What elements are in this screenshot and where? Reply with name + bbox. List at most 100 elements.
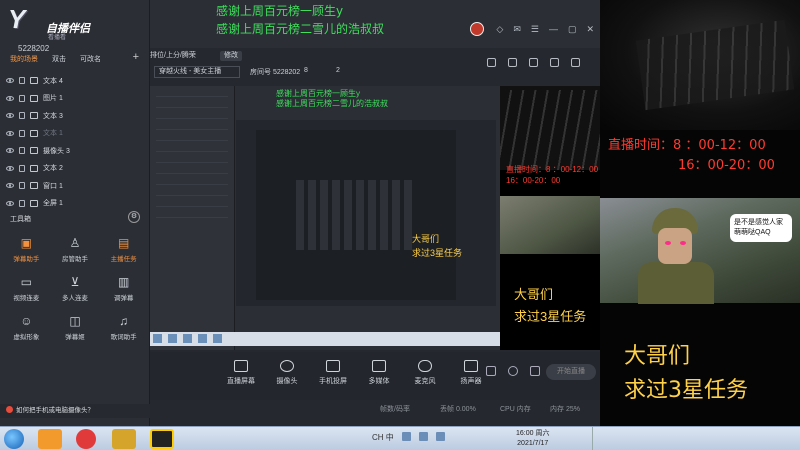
tool-virtual-avatar[interactable]: ☺ 虚拟形象	[2, 314, 51, 341]
lock-icon[interactable]	[19, 129, 25, 137]
source-item[interactable]: 图片 1	[6, 90, 144, 108]
tool-video-link[interactable]: ▭ 视频连麦	[2, 275, 51, 302]
visibility-icon[interactable]	[6, 200, 14, 206]
tool-streamer-task[interactable]: ▤ 主播任务	[99, 236, 148, 263]
bell-icon[interactable]	[529, 58, 538, 67]
source-item[interactable]: 文本 1	[6, 125, 144, 143]
cta-text: 大哥们 求过3星任务	[624, 340, 748, 408]
scene-tab-rename[interactable]: 可改名	[80, 54, 101, 66]
tool-label: 弹幕助手	[13, 256, 40, 263]
scene-tab-mine[interactable]: 我的场景	[10, 54, 38, 66]
lock-icon[interactable]	[19, 182, 25, 190]
lock-icon[interactable]	[19, 94, 25, 102]
tool-lyrics[interactable]: ♫ 歌词助手	[99, 314, 148, 341]
close-icon[interactable]: ✕	[586, 24, 594, 35]
mail-icon[interactable]: ✉	[513, 24, 521, 35]
media-button[interactable]: 多媒体	[364, 360, 394, 386]
scene-tab-double-click[interactable]: 双击	[52, 54, 66, 66]
start-live-button[interactable]: 开始直播	[546, 364, 596, 380]
lock-icon[interactable]	[19, 164, 25, 172]
source-item[interactable]: 文本 3	[6, 107, 144, 125]
visibility-icon[interactable]	[6, 95, 14, 101]
input-language[interactable]: CH 中	[372, 432, 394, 443]
tray-network-icon[interactable]	[418, 432, 428, 441]
text-icon	[30, 129, 38, 137]
schedule-line-1: 直播时间：8 ：00-12：00	[608, 138, 766, 153]
room-info-bar: 穿越火线 - 美女主播 房间号 5228202 8 2	[154, 66, 594, 80]
tool-danmaku-ji[interactable]: ◫ 弹幕姬	[51, 314, 100, 341]
live-screen-button[interactable]: 直播屏幕	[226, 360, 256, 386]
lock-icon[interactable]	[508, 58, 517, 67]
app-game-icon[interactable]	[112, 429, 136, 449]
visibility-icon[interactable]	[6, 78, 14, 84]
lock-icon[interactable]	[19, 199, 25, 207]
fullscreen-icon	[30, 199, 38, 207]
tool-multi-link[interactable]: ⊻ 多人连麦	[51, 275, 100, 302]
add-scene-button[interactable]: +	[133, 51, 139, 63]
show-desktop-button[interactable]	[592, 427, 600, 450]
app-help-icon[interactable]	[38, 429, 62, 449]
lock-icon[interactable]	[19, 112, 25, 120]
user-avatar[interactable]	[470, 22, 484, 36]
nested-left-panel	[150, 86, 235, 350]
nested-bottom-bar	[236, 306, 496, 320]
tool-adjust-danmaku[interactable]: ▥ 调弹幕	[99, 275, 148, 302]
header-bar: 感谢上周百元榜一顾生y 感谢上周百元榜二雪儿的浩叔叔 ◇ ✉ ☰ — ▢ ✕	[150, 0, 600, 48]
gear-icon[interactable]: ⚙	[128, 211, 140, 223]
timer-icon[interactable]	[508, 366, 518, 376]
source-item[interactable]: 文本 2	[6, 160, 144, 178]
app-music-icon[interactable]	[76, 429, 96, 449]
lyrics-icon: ♫	[119, 314, 129, 328]
visibility-icon[interactable]	[6, 113, 14, 119]
visibility-icon[interactable]	[6, 183, 14, 189]
settings-icon[interactable]: ☰	[531, 24, 539, 35]
phone-cast-button[interactable]: 手机投屏	[318, 360, 348, 386]
lock-icon[interactable]	[19, 77, 25, 85]
nested-capture-inner	[236, 120, 496, 320]
nested-thanks-line-2: 感谢上周百元榜二雪儿的浩叔叔	[276, 99, 388, 108]
source-item[interactable]: 窗口 1	[6, 177, 144, 195]
source-label: 文本 3	[43, 112, 63, 120]
mic-button[interactable]: 麦克风	[410, 360, 440, 386]
settings-icon[interactable]	[530, 366, 540, 376]
tool-room-admin[interactable]: ♙ 房管助手	[51, 236, 100, 263]
shirt-icon[interactable]: ◇	[496, 24, 503, 35]
source-label: 窗口 1	[43, 182, 63, 190]
visibility-icon[interactable]	[6, 130, 14, 136]
window-icon	[30, 182, 38, 190]
grid-icon[interactable]	[571, 58, 580, 67]
source-item[interactable]: 文本 4	[6, 72, 144, 90]
camera-button[interactable]: 摄像头	[272, 360, 302, 386]
tool-danmaku-assistant[interactable]: ▣ 弹幕助手	[2, 236, 51, 263]
nested-preview	[256, 130, 456, 300]
tray-app-icon[interactable]	[401, 432, 411, 441]
record-controls	[486, 366, 540, 376]
record-icon[interactable]	[486, 366, 496, 376]
category-select[interactable]: 穿越火线 - 美女主播	[154, 66, 240, 78]
edit-title-button[interactable]: 修改	[220, 51, 242, 61]
help-tip[interactable]: 如何把手机或电脑摄像头？	[0, 404, 150, 418]
app-live-icon[interactable]	[150, 429, 174, 449]
soldier-character	[630, 208, 720, 304]
start-button[interactable]	[4, 429, 24, 449]
camera-icon	[30, 147, 38, 155]
tray-volume-icon[interactable]	[435, 432, 445, 441]
soldier-image: 是不是感觉人家萌萌哒QAQ	[600, 198, 800, 304]
speaker-button[interactable]: 扬声器	[456, 360, 486, 386]
source-item[interactable]: 摄像头 3	[6, 142, 144, 160]
bag-icon[interactable]	[550, 58, 559, 67]
tool-label: 调弹幕	[113, 295, 134, 302]
gift-icon[interactable]	[487, 58, 496, 67]
source-item[interactable]: 全屏 1	[6, 195, 144, 213]
clock-time: 16:00 周六	[516, 430, 550, 437]
minimize-icon[interactable]: —	[549, 24, 558, 35]
system-clock[interactable]: 16:00 周六 2021/7/17	[516, 429, 549, 449]
admin-icon: ♙	[69, 236, 81, 250]
visibility-icon[interactable]	[6, 148, 14, 154]
multi-link-icon: ⊻	[70, 275, 80, 289]
visibility-icon[interactable]	[6, 165, 14, 171]
lock-icon[interactable]	[19, 147, 25, 155]
maximize-icon[interactable]: ▢	[568, 24, 577, 35]
source-buttons: 直播屏幕 摄像头 手机投屏 多媒体 麦克风 扬声器	[226, 360, 486, 386]
cta-line-2: 求过3星任务	[624, 378, 748, 403]
